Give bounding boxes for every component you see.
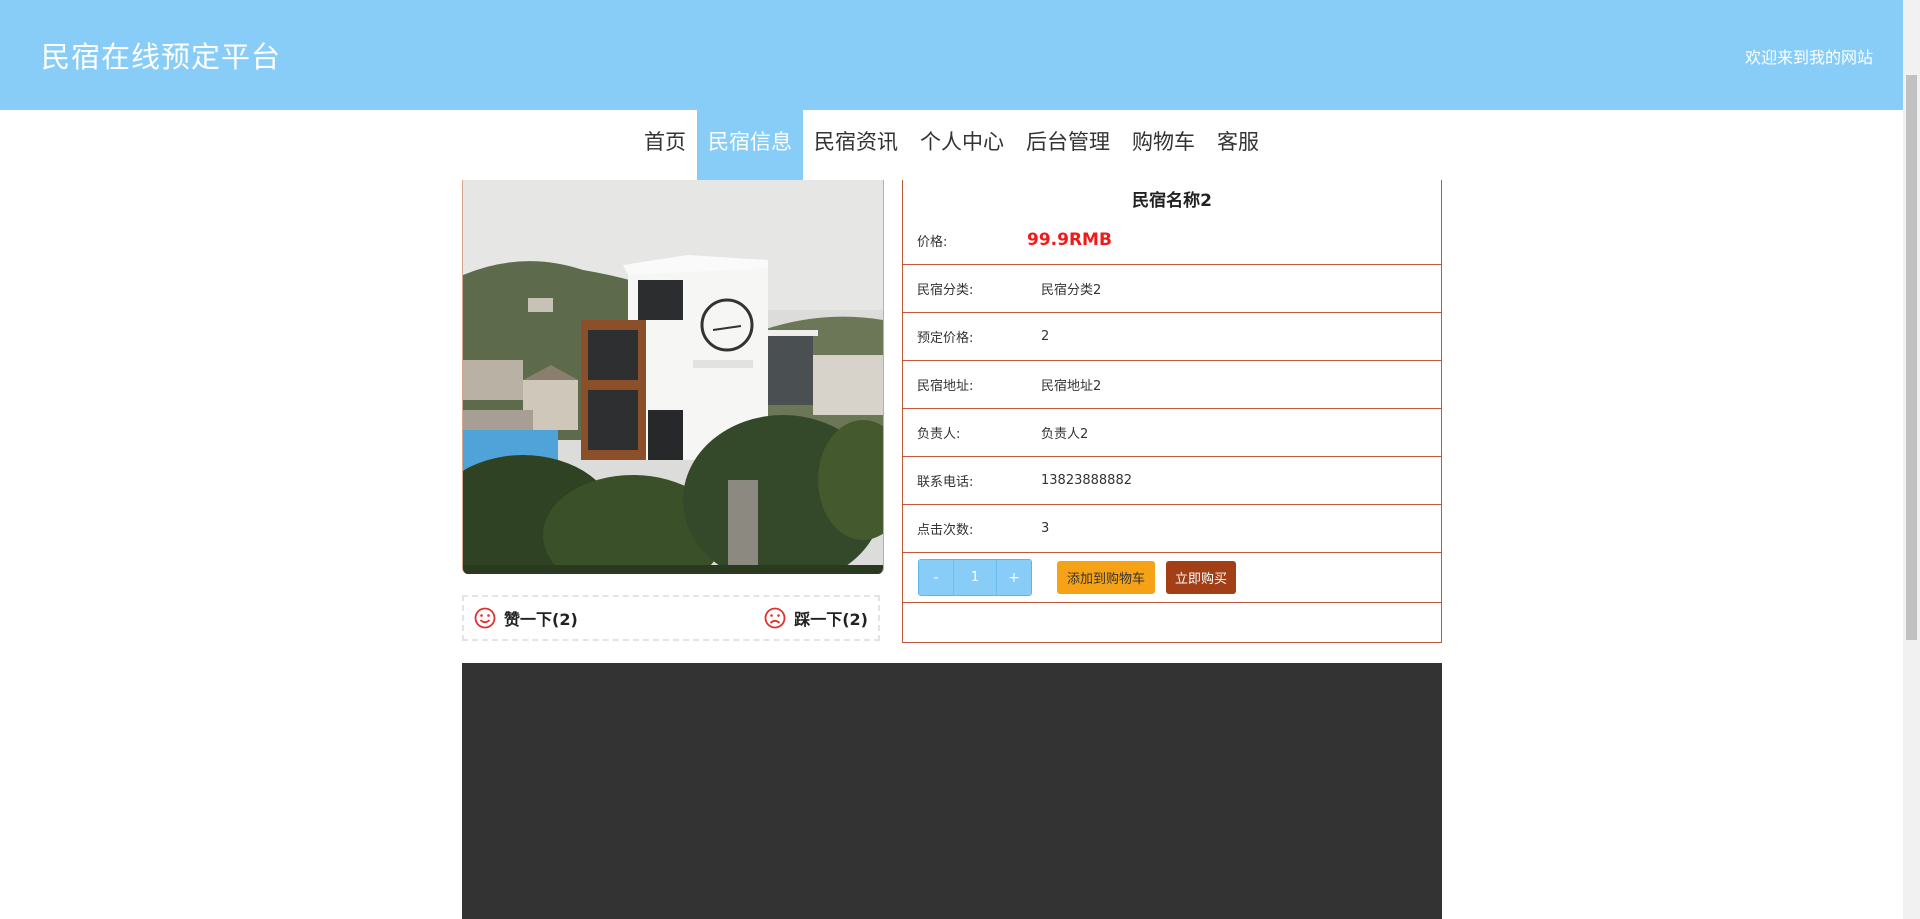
homestay-details: 民宿名称2 价格: 99.9RMB 民宿分类: 民宿分类2 预定价格: 2 民宿… — [902, 180, 1442, 643]
nav-homestay-info[interactable]: 民宿信息 — [697, 110, 803, 180]
dislike-label: 踩一下(2) — [794, 610, 868, 629]
detail-row-category: 民宿分类: 民宿分类2 — [903, 265, 1441, 313]
price-value: 99.9RMB — [1027, 230, 1112, 250]
dislike-button[interactable]: 踩一下(2) — [764, 606, 868, 630]
main-nav: 首页 民宿信息 民宿资讯 个人中心 后台管理 购物车 客服 — [0, 110, 1903, 180]
decrease-button[interactable]: - — [919, 560, 953, 595]
nav-personal-center[interactable]: 个人中心 — [909, 110, 1015, 180]
detail-row-manager: 负责人: 负责人2 — [903, 409, 1441, 457]
nav-homestay-news[interactable]: 民宿资讯 — [803, 110, 909, 180]
detail-label: 点击次数: — [917, 523, 974, 538]
site-title[interactable]: 民宿在线预定平台 — [41, 34, 281, 76]
detail-value: 民宿分类2 — [1041, 283, 1102, 298]
quantity-stepper: - 1 + — [918, 559, 1032, 596]
nav-customer-service[interactable]: 客服 — [1206, 110, 1270, 180]
increase-button[interactable]: + — [997, 560, 1031, 595]
detail-row-clicks: 点击次数: 3 — [903, 505, 1441, 553]
purchase-actions: - 1 + 添加到购物车 立即购买 — [903, 553, 1441, 603]
quantity-input[interactable]: 1 — [953, 560, 997, 595]
detail-label: 负责人: — [917, 427, 961, 442]
homestay-photo — [462, 180, 884, 574]
site-header: 民宿在线预定平台 欢迎来到我的网站 — [0, 0, 1903, 110]
price-label: 价格: — [917, 234, 948, 250]
detail-label: 民宿地址: — [917, 379, 974, 394]
like-button[interactable]: 赞一下(2) — [474, 606, 578, 630]
smile-icon — [474, 607, 496, 629]
nav-cart[interactable]: 购物车 — [1121, 110, 1206, 180]
detail-value: 2 — [1041, 329, 1050, 344]
detail-row-address: 民宿地址: 民宿地址2 — [903, 361, 1441, 409]
frown-icon — [764, 607, 786, 629]
vote-box: 赞一下(2) 踩一下(2) — [462, 595, 880, 641]
detail-value: 负责人2 — [1041, 427, 1089, 442]
detail-row-booking-price: 预定价格: 2 — [903, 313, 1441, 361]
price-row: 价格: 99.9RMB — [903, 216, 1441, 265]
detail-value: 民宿地址2 — [1041, 379, 1102, 394]
nav-admin[interactable]: 后台管理 — [1015, 110, 1121, 180]
nav-home[interactable]: 首页 — [633, 110, 697, 180]
homestay-name: 民宿名称2 — [1132, 191, 1212, 211]
detail-label: 联系电话: — [917, 475, 974, 490]
add-to-cart-button[interactable]: 添加到购物车 — [1057, 561, 1156, 594]
detail-value: 3 — [1041, 521, 1050, 536]
detail-value: 13823888882 — [1041, 473, 1132, 488]
dark-content-panel — [462, 663, 1442, 919]
like-label: 赞一下(2) — [504, 610, 578, 629]
homestay-photo-image — [463, 180, 883, 574]
page-scrollbar[interactable] — [1903, 0, 1920, 919]
scrollbar-thumb[interactable] — [1906, 75, 1917, 640]
detail-row-phone: 联系电话: 13823888882 — [903, 457, 1441, 505]
detail-label: 民宿分类: — [917, 283, 974, 298]
welcome-text: 欢迎来到我的网站 — [1744, 48, 1873, 67]
buy-now-button[interactable]: 立即购买 — [1166, 561, 1237, 594]
detail-label: 预定价格: — [917, 331, 974, 346]
